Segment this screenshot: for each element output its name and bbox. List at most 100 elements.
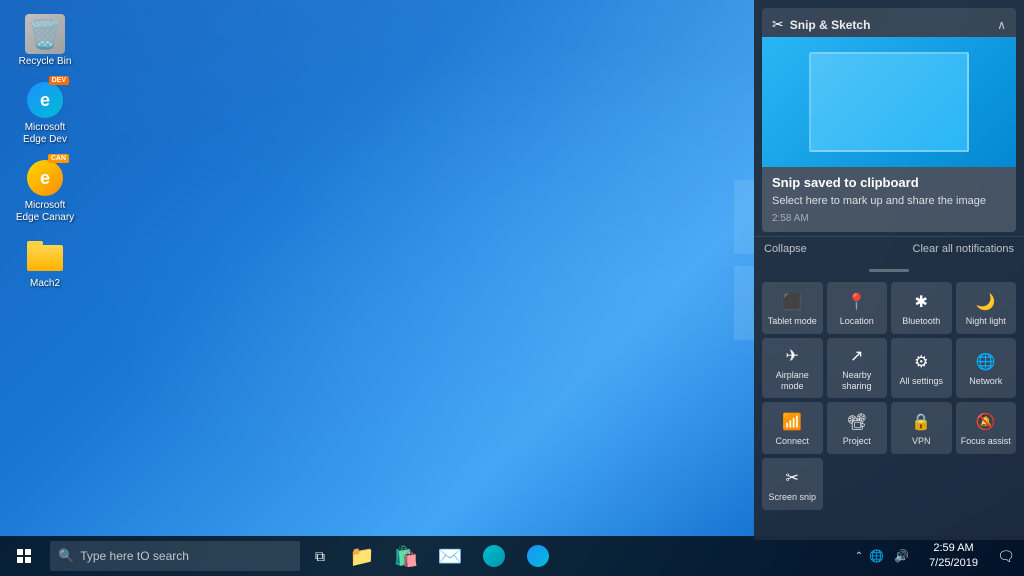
start-icon [17,549,31,563]
location-label: Location [840,316,874,327]
taskbar-app-store[interactable]: 🛍️ [384,536,428,576]
screen-snip-label: Screen snip [768,492,816,503]
taskbar: 🔍 Type here tO search ⧉ 📁 🛍️ ✉️ [0,536,1024,576]
quick-action-night-light[interactable]: 🌙 Night light [956,282,1017,334]
desktop-icon-edge-canary[interactable]: e CAN Microsoft Edge Canary [10,154,80,228]
notification-time: 2:58 AM [772,213,1006,224]
recycle-bin-label: Recycle Bin [19,56,72,68]
notification-header: ✂ Snip & Sketch ∧ [762,8,1016,37]
focus-assist-icon: 🔕 [976,412,996,432]
vpn-icon: 🔒 [911,412,931,432]
vpn-label: VPN [912,436,931,447]
quick-action-focus-assist[interactable]: 🔕 Focus assist [956,402,1017,454]
edge-canary-icon: e CAN [25,158,65,198]
notification-center-icon: 🗨 [997,548,1015,565]
desktop: 🗑️ Recycle Bin e DEV Microsoft Edge Dev … [0,0,1024,576]
edge-icon [527,545,549,567]
search-icon: 🔍 [58,548,74,564]
edge-dev-icon: e DEV [25,80,65,120]
clear-all-notifications-button[interactable]: Clear all notifications [913,243,1015,255]
connect-label: Connect [775,436,809,447]
edge-canary-badge: CAN [48,154,69,163]
focus-assist-label: Focus assist [961,436,1011,447]
start-button[interactable] [0,536,48,576]
notification-center-button[interactable]: 🗨 [988,536,1024,576]
network-icon: 🌐 [976,352,996,372]
recycle-bin-icon: 🗑️ [25,14,65,54]
file-explorer-icon: 📁 [350,544,375,569]
edge-dev-badge: DEV [49,76,69,85]
notification-footer: Collapse Clear all notifications [754,236,1024,261]
all-settings-label: All settings [899,376,943,387]
all-settings-icon: ⚙ [914,352,928,372]
desktop-icon-area: 🗑️ Recycle Bin e DEV Microsoft Edge Dev … [10,10,80,294]
screen-snip-icon: ✂ [786,468,799,488]
nearby-sharing-icon: ↗ [850,346,863,366]
taskbar-search-box[interactable]: 🔍 Type here tO search [50,541,300,571]
taskbar-app-unknown[interactable] [472,536,516,576]
quick-action-vpn[interactable]: 🔒 VPN [891,402,952,454]
nearby-sharing-label: Nearby sharing [831,370,884,392]
taskbar-pinned-apps: 📁 🛍️ ✉️ [340,536,560,576]
quick-action-screen-snip[interactable]: ✂ Screen snip [762,458,823,510]
project-label: Project [843,436,871,447]
notification-title: Snip saved to clipboard [772,175,1006,190]
connect-icon: 📶 [782,412,802,432]
quick-action-location[interactable]: 📍 Location [827,282,888,334]
action-center-panel: ✂ Snip & Sketch ∧ Snip saved to clipboar… [754,0,1024,540]
airplane-mode-label: Airplane mode [766,370,819,392]
quick-action-network[interactable]: 🌐 Network [956,338,1017,398]
quick-action-airplane-mode[interactable]: ✈ Airplane mode [762,338,823,398]
night-light-label: Night light [966,316,1006,327]
quick-action-all-settings[interactable]: ⚙ All settings [891,338,952,398]
quick-action-nearby-sharing[interactable]: ↗ Nearby sharing [827,338,888,398]
snip-sketch-icon: ✂ [772,16,784,33]
task-view-button[interactable]: ⧉ [300,536,340,576]
bluetooth-label: Bluetooth [902,316,940,327]
search-placeholder-text: Type here tO search [80,549,189,563]
mail-icon: ✉️ [438,544,463,569]
clock-display[interactable]: 2:59 AM 7/25/2019 [919,536,988,576]
project-icon: 📽 [847,412,867,432]
tray-volume-icon[interactable]: 🔊 [890,549,913,563]
notification-body: Snip saved to clipboard Select here to m… [762,167,1016,232]
tablet-mode-icon: ⬛ [782,292,802,312]
task-view-icon: ⧉ [315,548,325,565]
network-label: Network [969,376,1002,387]
desktop-icon-edge-dev[interactable]: e DEV Microsoft Edge Dev [10,76,80,150]
taskbar-app-mail[interactable]: ✉️ [428,536,472,576]
quick-action-project[interactable]: 📽 Project [827,402,888,454]
tray-network-icon[interactable]: 🌐 [865,549,888,563]
taskbar-app-edge[interactable] [516,536,560,576]
quick-actions-divider [869,269,909,272]
edge-canary-label: Microsoft Edge Canary [14,200,76,224]
notification-card[interactable]: ✂ Snip & Sketch ∧ Snip saved to clipboar… [762,8,1016,232]
notification-collapse-chevron[interactable]: ∧ [997,18,1006,32]
desktop-icon-mach2[interactable]: Mach2 [10,232,80,294]
tray-expand-chevron[interactable]: ⌃ [855,551,863,562]
notification-description: Select here to mark up and share the ima… [772,194,1006,209]
taskbar-right: ⌃ 🌐 🔊 2:59 AM 7/25/2019 🗨 [849,536,1024,576]
unknown-app-icon [483,545,505,567]
quick-actions-grid: ⬛ Tablet mode 📍 Location ✱ Bluetooth 🌙 N… [754,278,1024,514]
mach2-icon [25,236,65,276]
tablet-mode-label: Tablet mode [768,316,817,327]
edge-dev-label: Microsoft Edge Dev [14,122,76,146]
notification-app-name: Snip & Sketch [790,18,991,32]
quick-action-bluetooth[interactable]: ✱ Bluetooth [891,282,952,334]
desktop-icon-recycle-bin[interactable]: 🗑️ Recycle Bin [10,10,80,72]
system-tray: ⌃ 🌐 🔊 [849,536,919,576]
taskbar-app-file-explorer[interactable]: 📁 [340,536,384,576]
location-icon: 📍 [847,292,867,312]
night-light-icon: 🌙 [976,292,996,312]
notification-image [762,37,1016,167]
clock-date: 7/25/2019 [929,556,978,571]
quick-action-tablet-mode[interactable]: ⬛ Tablet mode [762,282,823,334]
airplane-mode-icon: ✈ [786,346,799,366]
quick-action-connect[interactable]: 📶 Connect [762,402,823,454]
collapse-button[interactable]: Collapse [764,243,807,255]
mach2-label: Mach2 [30,278,60,290]
bluetooth-icon: ✱ [915,292,928,312]
snip-preview-image [809,52,969,152]
store-icon: 🛍️ [394,544,419,569]
